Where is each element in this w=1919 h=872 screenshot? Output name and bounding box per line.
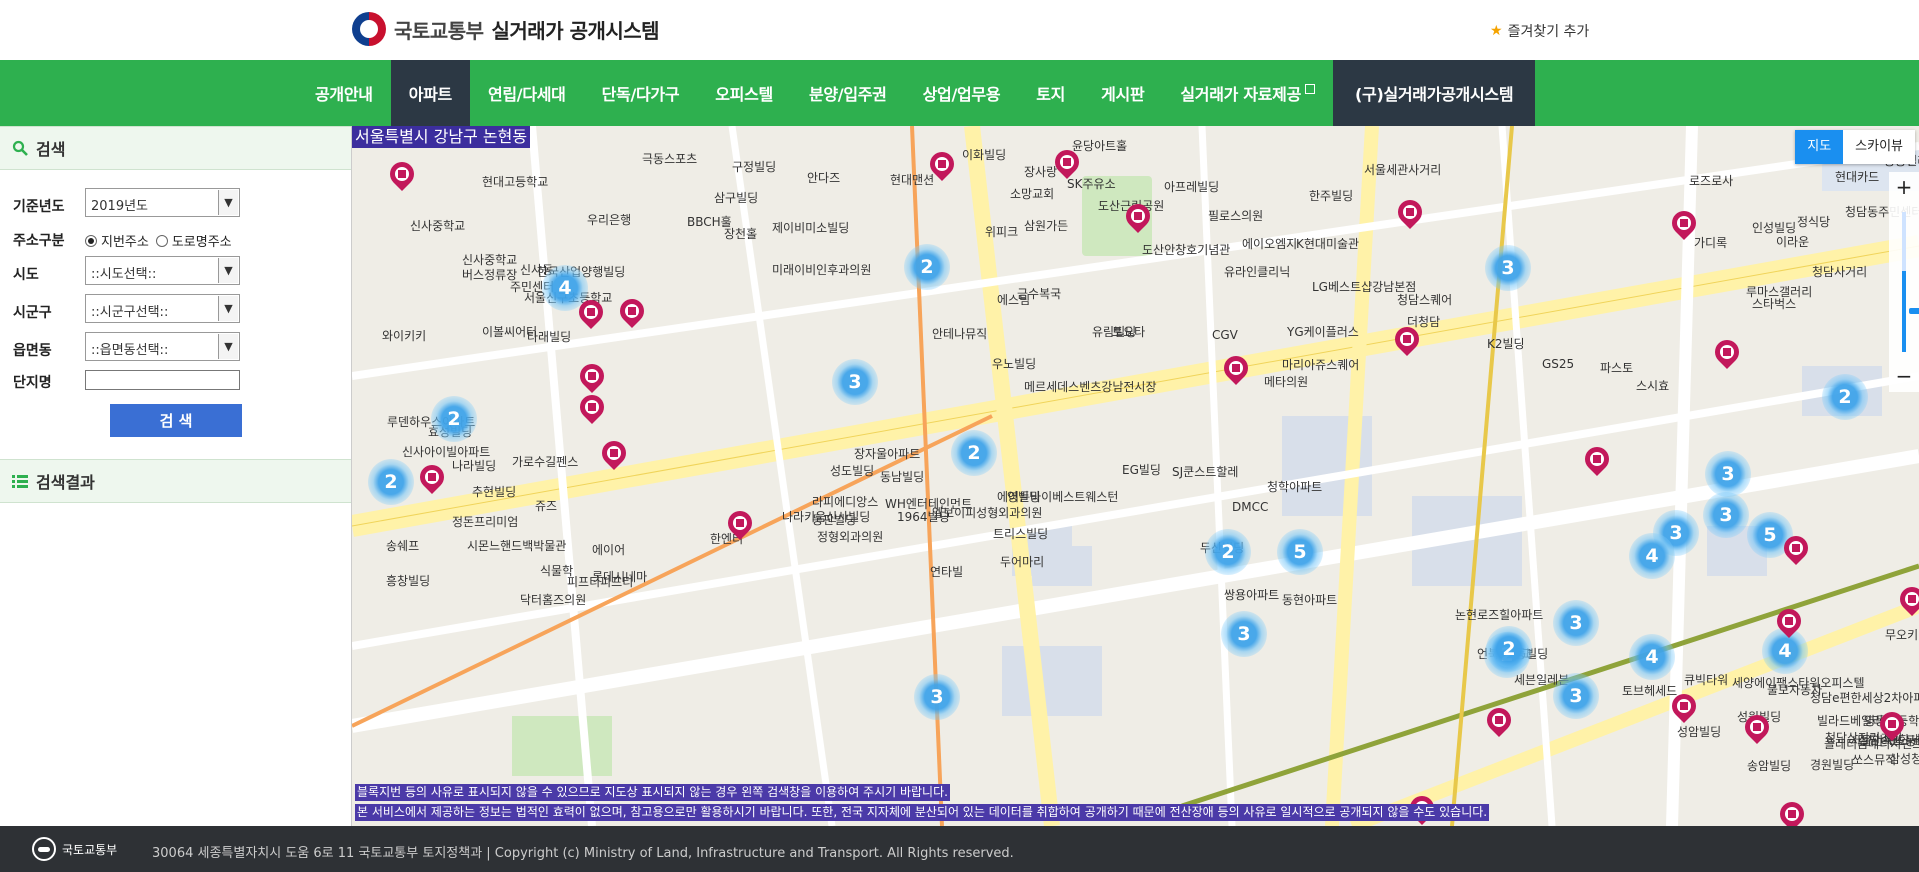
- transaction-cluster-marker[interactable]: 3: [1703, 492, 1749, 538]
- year-row: 기준년도 2019년도 ▼: [0, 186, 351, 224]
- transaction-cluster-marker[interactable]: 3: [914, 674, 960, 720]
- zoom-in-button[interactable]: +: [1889, 172, 1919, 202]
- chevron-down-icon: ▼: [218, 296, 238, 321]
- dong-select-value: ::읍면동선택::: [91, 343, 169, 358]
- sido-row: 시도 ::시도선택:: ▼: [0, 254, 351, 292]
- sigungu-select[interactable]: ::시군구선택:: ▼: [85, 294, 240, 323]
- transaction-cluster-marker[interactable]: 2: [431, 396, 477, 442]
- nav-item-data-provision[interactable]: 실거래가 자료제공: [1162, 60, 1333, 126]
- nav-item-land[interactable]: 토지: [1018, 60, 1083, 126]
- transaction-cluster-marker[interactable]: 2: [1205, 529, 1251, 575]
- nav-item-apartment[interactable]: 아파트: [390, 60, 470, 126]
- year-select[interactable]: 2019년도 ▼: [85, 188, 240, 217]
- sido-select-value: ::시도선택::: [91, 267, 157, 282]
- year-label: 기준년도: [13, 199, 65, 215]
- add-favorite-label: 즐겨찾기 추가: [1507, 24, 1590, 40]
- transaction-cluster-marker[interactable]: 2: [904, 244, 950, 290]
- sigungu-label: 시군구: [13, 305, 52, 321]
- results-panel: 검색결과: [0, 459, 351, 503]
- nav-item-detached[interactable]: 단독/다가구: [584, 60, 698, 126]
- footer-logo: 국토교통부: [32, 837, 117, 861]
- list-icon: [12, 475, 28, 488]
- chevron-down-icon: ▼: [218, 334, 238, 359]
- site-logo[interactable]: 국토교통부 실거래가 공개시스템: [352, 9, 660, 49]
- zoom-slider-handle[interactable]: [1909, 307, 1919, 314]
- taegeuk-emblem-icon: [352, 12, 386, 46]
- jibun-address-label: 지번주소: [101, 235, 149, 250]
- road-address-label: 도로명주소: [171, 235, 232, 250]
- results-panel-header: 검색결과: [0, 459, 351, 503]
- zoom-slider-fill: [1902, 270, 1906, 352]
- road-address-radio[interactable]: [155, 234, 168, 247]
- map-type-map-button[interactable]: 지도: [1795, 130, 1844, 164]
- transaction-cluster-marker[interactable]: 3: [832, 359, 878, 405]
- sido-select[interactable]: ::시도선택:: ▼: [85, 256, 240, 285]
- year-select-value: 2019년도: [91, 199, 149, 214]
- footer: 국토교통부 30064 세종특별자치시 도움 6로 11 국토교통부 토지정책과…: [0, 826, 1919, 872]
- nav-item-commercial[interactable]: 상업/업무용: [905, 60, 1019, 126]
- transaction-cluster-marker[interactable]: 3: [1221, 611, 1267, 657]
- map-notice-1: 블록지번 등의 사유로 표시되지 않을 수 있으므로 지도상 표시되지 않는 경…: [355, 784, 950, 801]
- zoom-slider-track[interactable]: [1902, 212, 1919, 352]
- zoom-control: + −: [1889, 172, 1919, 392]
- address-type-group: 지번주소 도로명주소: [85, 231, 232, 250]
- system-title: 실거래가 공개시스템: [491, 18, 660, 43]
- jibun-address-radio[interactable]: [85, 234, 97, 247]
- transaction-cluster-marker[interactable]: 3: [1705, 451, 1751, 497]
- main-nav: 공개안내 아파트 연립/다세대 단독/다가구 오피스텔 분양/입주권 상업/업무…: [0, 60, 1919, 126]
- transaction-cluster-marker[interactable]: 5: [1277, 529, 1323, 575]
- complex-row: 단지명: [0, 368, 351, 406]
- search-icon: [12, 140, 28, 156]
- sido-label: 시도: [13, 267, 39, 283]
- ministry-name: 국토교통부: [394, 18, 484, 43]
- address-type-label: 주소구분: [13, 233, 65, 249]
- transaction-cluster-marker[interactable]: 2: [951, 430, 997, 476]
- top-header: 국토교통부 실거래가 공개시스템 ★ 즐겨찾기 추가: [0, 0, 1919, 60]
- complex-label: 단지명: [13, 375, 52, 391]
- dong-select[interactable]: ::읍면동선택:: ▼: [85, 332, 240, 361]
- chevron-down-icon: ▼: [218, 258, 238, 283]
- chevron-down-icon: ▼: [218, 190, 238, 215]
- transaction-cluster-marker[interactable]: 3: [1553, 673, 1599, 719]
- search-button[interactable]: 검 색: [110, 404, 242, 437]
- nav-item-legacy-system[interactable]: (구)실거래가공개시스템: [1333, 60, 1536, 126]
- nav-item-guide[interactable]: 공개안내: [297, 60, 391, 126]
- transaction-cluster-marker[interactable]: 2: [368, 459, 414, 505]
- transaction-cluster-marker[interactable]: 3: [1485, 245, 1531, 291]
- complex-name-input[interactable]: [85, 370, 240, 390]
- search-panel-header: 검색: [0, 126, 351, 170]
- nav-item-data-provision-label: 실거래가 자료제공: [1180, 85, 1302, 104]
- search-form: 기준년도 2019년도 ▼ 주소구분 지번주소 도로명주소 시도 ::시도선택:…: [0, 170, 351, 406]
- current-region-label: 서울특별시 강남구 논현동: [352, 126, 531, 148]
- zoom-out-button[interactable]: −: [1889, 362, 1919, 392]
- transaction-cluster-marker[interactable]: 3: [1553, 600, 1599, 646]
- dong-row: 읍면동 ::읍면동선택:: ▼: [0, 330, 351, 368]
- nav-item-officetel[interactable]: 오피스텔: [697, 60, 791, 126]
- map-type-skyview-button[interactable]: 스카이뷰: [1843, 130, 1915, 164]
- address-type-row: 주소구분 지번주소 도로명주소: [0, 224, 351, 254]
- search-sidebar: 검색 기준년도 2019년도 ▼ 주소구분 지번주소 도로명주소 시도 ::시도…: [0, 126, 352, 826]
- map-notice-2: 본 서비스에서 제공하는 정보는 법적인 효력이 없으며, 참고용으로만 활용하…: [355, 804, 1490, 821]
- nav-item-multiplex[interactable]: 연립/다세대: [470, 60, 584, 126]
- nav-item-board[interactable]: 게시판: [1083, 60, 1162, 126]
- ministry-emblem-icon: [32, 837, 56, 861]
- add-favorite-link[interactable]: ★ 즐겨찾기 추가: [1490, 21, 1589, 41]
- search-panel-title: 검색: [36, 140, 66, 159]
- map-type-toggle: 지도 스카이뷰: [1795, 130, 1915, 164]
- transaction-cluster-marker[interactable]: 4: [1629, 533, 1675, 579]
- results-panel-title: 검색결과: [36, 473, 95, 492]
- sigungu-select-value: ::시군구선택::: [91, 305, 169, 320]
- nav-item-presale[interactable]: 분양/입주권: [791, 60, 905, 126]
- star-icon: ★: [1490, 23, 1503, 39]
- transaction-cluster-marker[interactable]: 4: [1629, 634, 1675, 680]
- sigungu-row: 시군구 ::시군구선택:: ▼: [0, 292, 351, 330]
- external-link-icon: [1305, 84, 1316, 94]
- map-view[interactable]: 극동스포츠 구정빌딩 삼구빌딩 현대고등학교 우리은행 신사중학교 신사동 주민센터 신사중학교…: [352, 126, 1919, 826]
- footer-ministry: 국토교통부: [62, 842, 118, 857]
- dong-label: 읍면동: [13, 343, 52, 359]
- transaction-cluster-marker[interactable]: 2: [1486, 626, 1532, 672]
- transaction-cluster-marker[interactable]: 2: [1822, 374, 1868, 420]
- footer-address: 30064 세종특별자치시 도움 6로 11 국토교통부 토지정책과 | Cop…: [152, 846, 1014, 861]
